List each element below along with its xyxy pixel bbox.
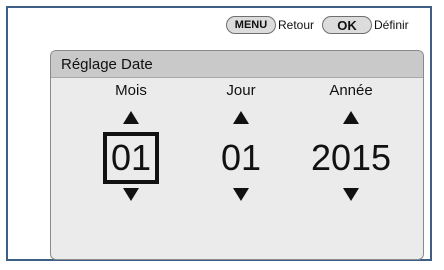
day-up-arrow-icon[interactable] bbox=[233, 111, 249, 124]
day-label: Jour bbox=[226, 82, 256, 99]
camera-screen: MENU Retour OK Définir Réglage Date Mois… bbox=[6, 6, 432, 261]
day-value[interactable]: 01 bbox=[221, 132, 261, 184]
ok-button[interactable]: OK bbox=[322, 16, 372, 34]
month-label: Mois bbox=[115, 82, 147, 99]
day-column[interactable]: Jour 01 bbox=[191, 81, 291, 201]
date-setting-panel: Réglage Date Mois 01 Jour 01 Année 2015 bbox=[50, 50, 424, 260]
year-down-arrow-icon[interactable] bbox=[343, 188, 359, 201]
month-up-arrow-icon[interactable] bbox=[123, 111, 139, 124]
panel-title: Réglage Date bbox=[51, 51, 423, 78]
ok-action-label: Définir bbox=[374, 18, 409, 32]
year-label: Année bbox=[329, 82, 373, 99]
month-down-arrow-icon[interactable] bbox=[123, 188, 139, 201]
day-down-arrow-icon[interactable] bbox=[233, 188, 249, 201]
year-column[interactable]: Année 2015 bbox=[301, 81, 401, 201]
year-value[interactable]: 2015 bbox=[311, 132, 391, 184]
year-up-arrow-icon[interactable] bbox=[343, 111, 359, 124]
button-hint-bar: MENU Retour OK Définir bbox=[8, 8, 430, 44]
month-value[interactable]: 01 bbox=[102, 132, 160, 184]
menu-button[interactable]: MENU bbox=[226, 16, 276, 34]
month-column[interactable]: Mois 01 bbox=[81, 81, 181, 201]
menu-action-label: Retour bbox=[278, 18, 315, 32]
